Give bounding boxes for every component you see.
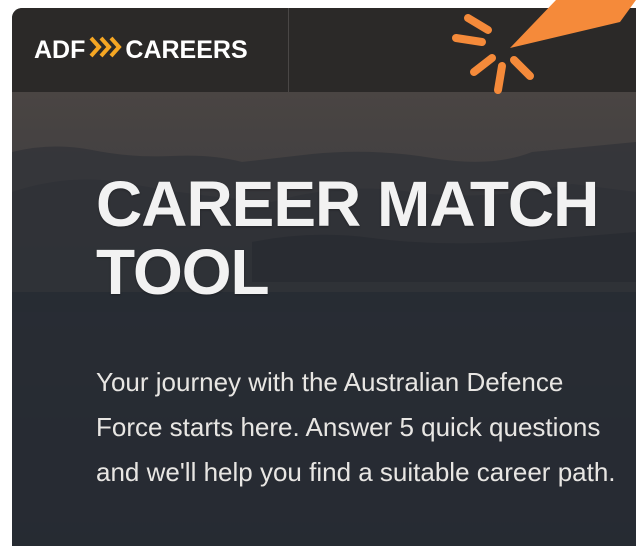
logo-text-adf: ADF [34, 35, 86, 64]
header-divider [288, 8, 289, 92]
logo-text-careers: CAREERS [125, 35, 248, 64]
title-line-2: TOOL [96, 236, 270, 308]
hero-description: Your journey with the Australian Defence… [96, 367, 616, 487]
triple-chevron-icon [89, 36, 123, 65]
click-burst-icon [452, 0, 636, 94]
page-title: CAREER MATCH TOOL [96, 170, 616, 306]
title-line-1: CAREER MATCH [96, 168, 599, 240]
adf-careers-logo[interactable]: ADF CAREERS [34, 36, 248, 64]
